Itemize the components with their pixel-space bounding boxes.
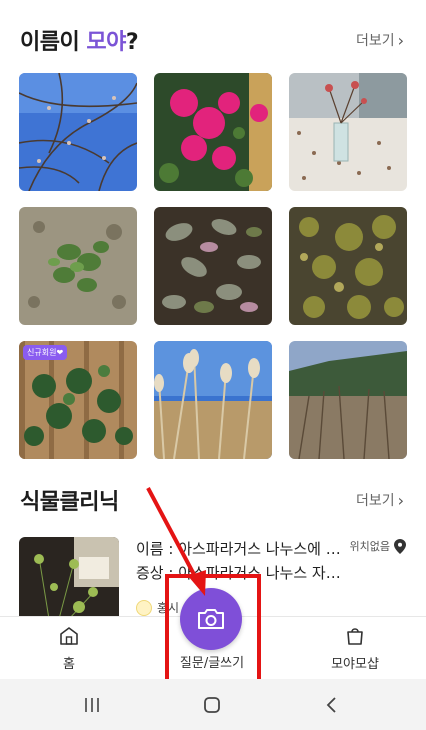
nav-shop-label: 모야모샵	[331, 656, 379, 672]
title-prefix: 이름이	[20, 30, 87, 55]
names-more-link[interactable]: 더보기 ›	[356, 30, 404, 50]
nav-home-label: 홈	[63, 656, 75, 672]
photo-dry-bushes	[289, 341, 407, 459]
author-avatar	[136, 599, 152, 616]
names-section-header: 이름이 모야? 더보기 ›	[20, 20, 404, 60]
post-location: 위치없음	[350, 538, 406, 554]
chevron-right-icon: ›	[397, 30, 404, 50]
camera-icon	[198, 609, 224, 629]
clinic-more-link[interactable]: 더보기 ›	[356, 490, 404, 510]
photo-tile[interactable]	[154, 207, 272, 325]
nav-shop[interactable]: 모야모샵	[315, 617, 395, 680]
photo-variegated-leaves	[154, 207, 272, 325]
photo-grid: 신규회원❤	[19, 73, 407, 459]
nav-ask[interactable]: 질문/글쓰기	[164, 652, 260, 680]
photo-vase-table	[289, 73, 407, 191]
more-label: 더보기	[355, 493, 395, 509]
photo-tile[interactable]	[289, 207, 407, 325]
post-thumbnail	[19, 537, 119, 619]
nav-home[interactable]: 홈	[39, 617, 99, 680]
photo-tile[interactable]	[19, 207, 137, 325]
back-chevron-icon	[326, 697, 336, 713]
title-accent: 모야	[86, 30, 126, 55]
home-system-button[interactable]	[200, 693, 224, 717]
author-name: 홍시	[157, 601, 180, 615]
title-suffix: ?	[125, 30, 139, 55]
post-author: 홍시	[136, 599, 179, 616]
system-navigation-bar	[0, 679, 426, 730]
photo-asparagus	[19, 537, 119, 619]
photo-tile[interactable]	[154, 341, 272, 459]
chevron-right-icon: ›	[397, 490, 404, 510]
more-label: 더보기	[355, 33, 395, 49]
photo-tile[interactable]: 신규회원❤	[19, 341, 137, 459]
photo-tile[interactable]	[154, 73, 272, 191]
photo-branches-sky	[19, 73, 137, 191]
clinic-section-title: 식물클리닉	[20, 490, 119, 515]
photo-ground-plant	[19, 207, 137, 325]
camera-fab-button[interactable]	[180, 588, 242, 650]
photo-tile[interactable]	[289, 73, 407, 191]
location-text: 위치없음	[349, 540, 390, 553]
names-section-title: 이름이 모야?	[20, 24, 139, 56]
recent-apps-icon	[85, 698, 99, 712]
shopping-bag-icon	[347, 627, 363, 645]
new-member-badge: 신규회원❤	[23, 345, 68, 360]
post-symptom-line: 증상 : 아스파라거스 나누스 자…	[136, 564, 341, 582]
photo-shrub	[289, 207, 407, 325]
back-button[interactable]	[320, 693, 344, 717]
photo-tile[interactable]	[289, 341, 407, 459]
clinic-section-header: 식물클리닉 더보기 ›	[20, 480, 404, 520]
home-square-icon	[204, 697, 220, 713]
recent-apps-button[interactable]	[80, 693, 104, 717]
post-body: 이름 : 아스파라거스 나누스에 … 증상 : 아스파라거스 나누스 자… 위치…	[136, 537, 406, 619]
photo-bougainvillea	[154, 73, 272, 191]
location-pin-icon	[394, 538, 406, 554]
home-icon	[60, 626, 78, 645]
photo-tile[interactable]	[19, 73, 137, 191]
nav-ask-label: 질문/글쓰기	[179, 656, 245, 671]
photo-pampas-grass	[154, 341, 272, 459]
